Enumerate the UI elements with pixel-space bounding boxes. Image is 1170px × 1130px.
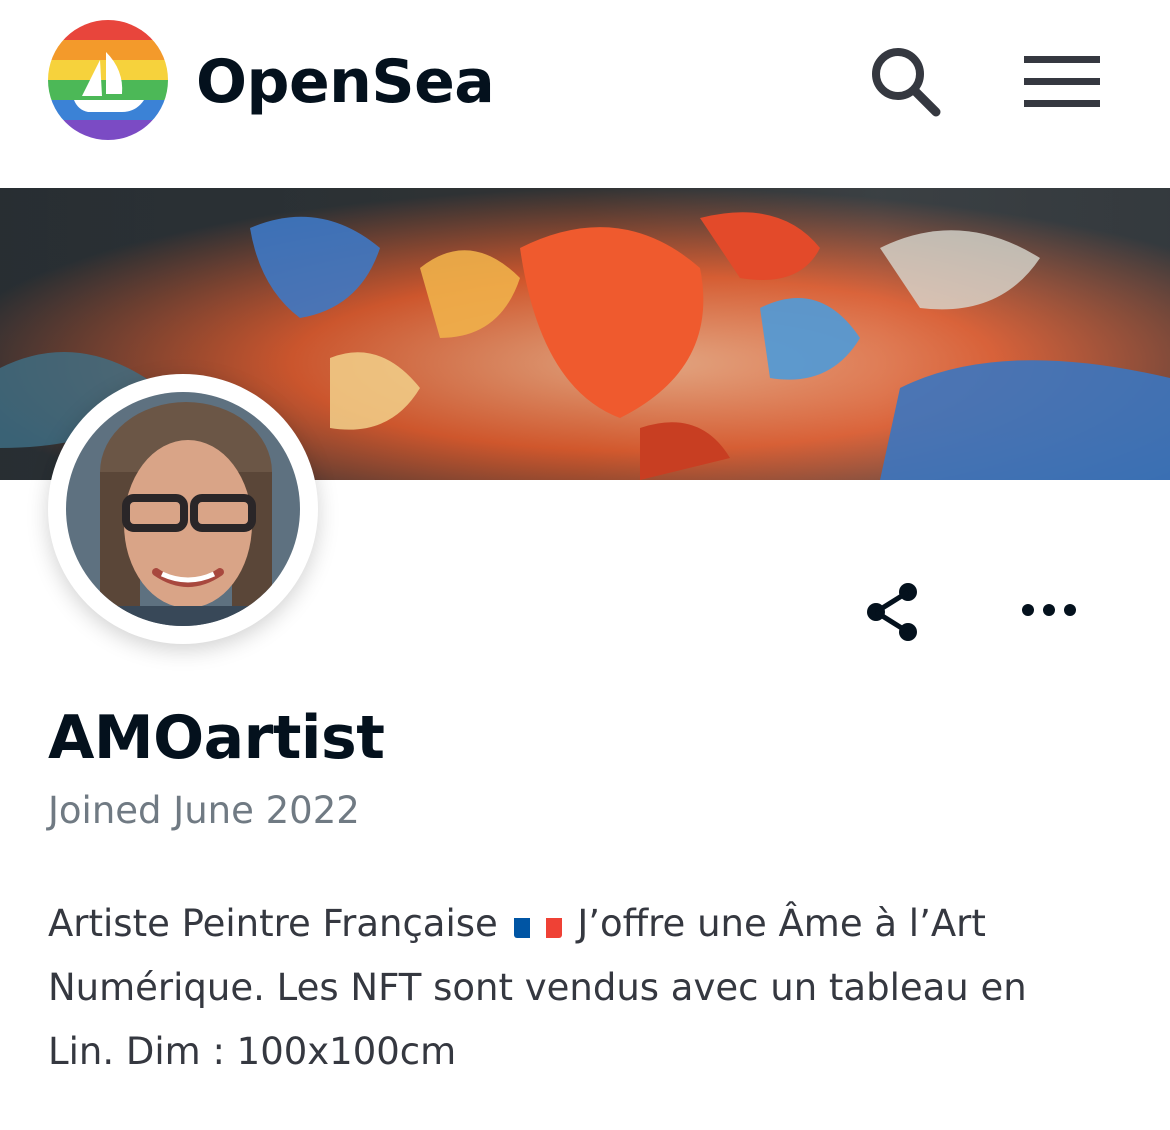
bio-text-start: Artiste Peintre Française <box>48 902 498 945</box>
top-nav: OpenSea <box>0 0 1170 188</box>
france-flag-icon <box>513 906 562 938</box>
profile-avatar[interactable] <box>48 374 318 644</box>
avatar-photo <box>66 392 300 626</box>
share-icon[interactable] <box>862 580 926 644</box>
profile-username: AMOartist <box>48 703 385 773</box>
search-icon[interactable] <box>866 42 944 120</box>
opensea-logo-icon[interactable] <box>48 20 168 140</box>
hamburger-menu-icon[interactable] <box>1024 54 1100 108</box>
profile-bio: Artiste Peintre Française J’offre une Âm… <box>48 892 1068 1084</box>
brand-name[interactable]: OpenSea <box>196 44 495 120</box>
more-options-icon[interactable] <box>1016 590 1082 630</box>
joined-date: Joined June 2022 <box>48 789 360 832</box>
